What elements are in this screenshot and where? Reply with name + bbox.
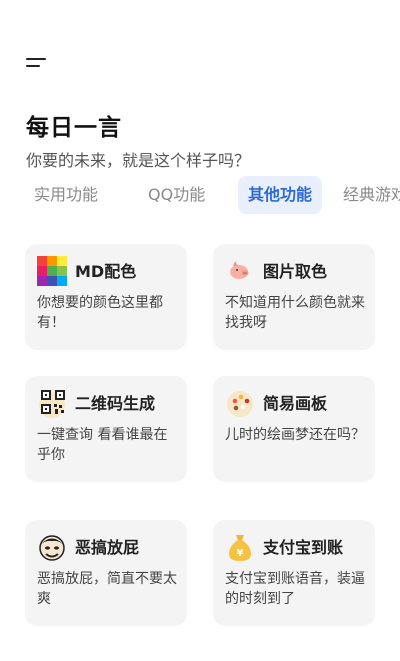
pig-icon xyxy=(230,261,249,279)
feature-card-alipay-received[interactable]: ¥ 支付宝到账 支付宝到账语音，装逼的时刻到了 xyxy=(213,520,375,626)
page-subtitle: 你要的未来，就是这个样子吗？ xyxy=(26,151,251,170)
menu-line xyxy=(26,58,46,60)
feature-desc: 恶搞放屁，简直不要太爽 xyxy=(37,571,177,607)
feature-name: MD配色 xyxy=(75,262,137,281)
category-tabs: 实用功能 QQ功能 其他功能 经典游戏 xyxy=(0,176,400,214)
meme-face-icon xyxy=(39,535,65,561)
page-title: 每日一言 xyxy=(26,115,122,141)
feature-card-qr-generator[interactable]: 二维码生成 一键查询 看看谁最在乎你 xyxy=(25,376,187,482)
svg-text:¥: ¥ xyxy=(237,548,244,559)
feature-desc: 支付宝到账语音，装逼的时刻到了 xyxy=(225,571,365,607)
color-palette-icon xyxy=(37,256,67,286)
feature-name: 简易画板 xyxy=(263,394,328,413)
feature-name: 图片取色 xyxy=(263,262,328,281)
feature-card-prank-fart[interactable]: 恶搞放屁 恶搞放屁，简直不要太爽 xyxy=(25,520,187,626)
menu-button[interactable] xyxy=(26,56,48,70)
paint-palette-icon xyxy=(227,391,253,417)
qr-code-icon xyxy=(39,390,65,418)
feature-name: 恶搞放屁 xyxy=(75,538,140,557)
money-bag-icon: ¥ xyxy=(229,535,251,561)
tab-games[interactable]: 经典游戏 xyxy=(343,176,400,214)
feature-desc: 一键查询 看看谁最在乎你 xyxy=(37,427,168,463)
tab-practical[interactable]: 实用功能 xyxy=(34,176,98,214)
feature-name: 二维码生成 xyxy=(75,394,156,413)
feature-name: 支付宝到账 xyxy=(263,538,344,557)
feature-desc: 你想要的颜色这里都有！ xyxy=(37,295,163,331)
feature-card-image-color-picker[interactable]: 图片取色 不知道用什么颜色就来找我呀 xyxy=(213,244,375,350)
tab-other[interactable]: 其他功能 xyxy=(238,176,323,214)
feature-desc: 不知道用什么颜色就来找我呀 xyxy=(225,295,365,331)
tab-qq[interactable]: QQ功能 xyxy=(148,176,205,214)
menu-line xyxy=(26,65,40,67)
feature-card-drawing-board[interactable]: 简易画板 儿时的绘画梦还在吗？ xyxy=(213,376,375,482)
feature-card-md-color[interactable]: MD配色 你想要的颜色这里都有！ xyxy=(25,244,187,350)
feature-desc: 儿时的绘画梦还在吗？ xyxy=(225,427,365,443)
